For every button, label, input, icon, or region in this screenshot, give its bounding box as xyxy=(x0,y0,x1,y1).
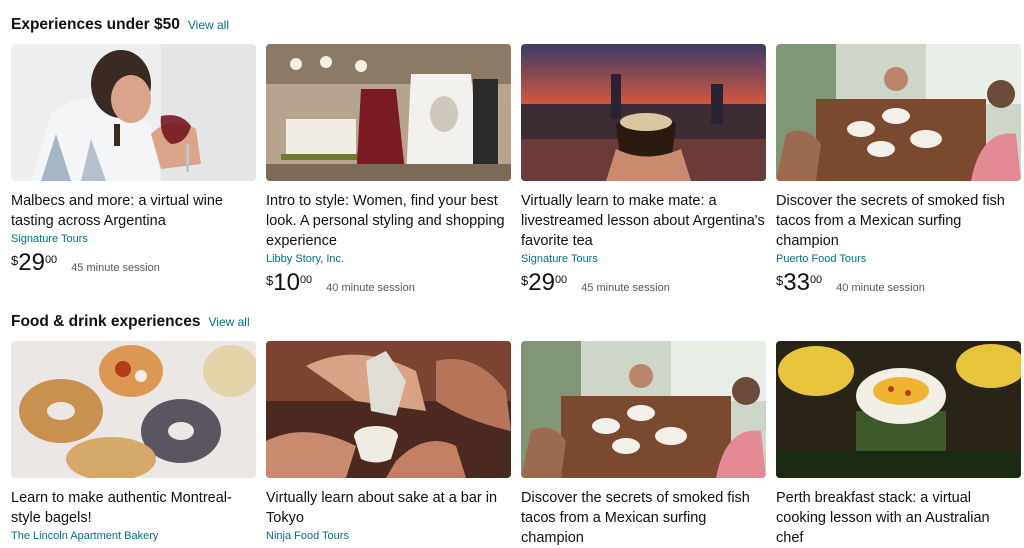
experience-card[interactable]: Discover the secrets of smoked fish taco… xyxy=(776,44,1021,299)
vendor-link[interactable]: Signature Tours xyxy=(521,252,766,267)
experience-card[interactable]: Virtually learn about sake at a bar in T… xyxy=(266,341,511,544)
experience-image-styling-boutique[interactable] xyxy=(266,44,511,181)
price-symbol: $ xyxy=(266,273,274,288)
experience-image-mate-sunset[interactable] xyxy=(521,44,766,181)
experience-card[interactable]: Discover the secrets of smoked fish taco… xyxy=(521,341,766,548)
experience-card[interactable]: Intro to style: Women, find your best lo… xyxy=(266,44,511,299)
experience-title[interactable]: Intro to style: Women, find your best lo… xyxy=(266,191,511,251)
vendor-link[interactable]: Signature Tours xyxy=(11,232,256,247)
price-fraction: 00 xyxy=(554,274,568,286)
section-title: Experiences under $50 xyxy=(11,16,180,33)
price-fraction: 00 xyxy=(809,274,823,286)
vendor-link[interactable]: Libby Story, Inc. xyxy=(266,252,511,267)
price-symbol: $ xyxy=(11,253,19,268)
vendor-link[interactable]: Ninja Food Tours xyxy=(266,529,511,544)
experience-image-sake[interactable] xyxy=(266,341,511,478)
experience-image-bagels[interactable] xyxy=(11,341,256,478)
price-fraction: 00 xyxy=(299,274,313,286)
price-whole: 29 xyxy=(528,269,555,296)
experience-title[interactable]: Virtually learn to make mate: a livestre… xyxy=(521,191,766,251)
session-duration: 40 minute session xyxy=(326,282,415,294)
price: $ 29 00 45 minute session xyxy=(11,249,256,279)
price-whole: 10 xyxy=(273,269,300,296)
price: $ 29 00 45 minute session xyxy=(521,269,766,299)
vendor-link[interactable]: Puerto Food Tours xyxy=(776,252,1021,267)
price: $ 33 00 40 minute session xyxy=(776,269,1021,299)
view-all-link[interactable]: View all xyxy=(188,18,229,32)
experience-title[interactable]: Discover the secrets of smoked fish taco… xyxy=(521,488,766,548)
price-symbol: $ xyxy=(776,273,784,288)
section-title: Food & drink experiences xyxy=(11,313,201,330)
experience-card[interactable]: Virtually learn to make mate: a livestre… xyxy=(521,44,766,299)
experience-image-breakfast-stack[interactable] xyxy=(776,341,1021,478)
price-whole: 29 xyxy=(18,249,45,276)
experience-card[interactable]: Malbecs and more: a virtual wine tasting… xyxy=(11,44,256,279)
session-duration: 40 minute session xyxy=(836,282,925,294)
experience-title[interactable]: Learn to make authentic Montreal-style b… xyxy=(11,488,256,528)
experience-image-fish-tacos[interactable] xyxy=(776,44,1021,181)
experience-card[interactable]: Learn to make authentic Montreal-style b… xyxy=(11,341,256,544)
session-duration: 45 minute session xyxy=(71,262,160,274)
vendor-link[interactable]: The Lincoln Apartment Bakery xyxy=(11,529,256,544)
experience-title[interactable]: Virtually learn about sake at a bar in T… xyxy=(266,488,511,528)
experience-image-wine-tasting[interactable] xyxy=(11,44,256,181)
experience-title[interactable]: Perth breakfast stack: a virtual cooking… xyxy=(776,488,1021,548)
experience-image-fish-tacos[interactable] xyxy=(521,341,766,478)
price-fraction: 00 xyxy=(44,254,58,266)
session-duration: 45 minute session xyxy=(581,282,670,294)
section-header-under-50: Experiences under $50 View all xyxy=(11,16,229,38)
price-whole: 33 xyxy=(783,269,810,296)
section-header-food-drink: Food & drink experiences View all xyxy=(11,313,250,335)
experience-title[interactable]: Malbecs and more: a virtual wine tasting… xyxy=(11,191,256,231)
experience-title[interactable]: Discover the secrets of smoked fish taco… xyxy=(776,191,1021,251)
price-symbol: $ xyxy=(521,273,529,288)
price: $ 10 00 40 minute session xyxy=(266,269,511,299)
experience-card[interactable]: Perth breakfast stack: a virtual cooking… xyxy=(776,341,1021,548)
view-all-link[interactable]: View all xyxy=(209,315,250,329)
experiences-page: Experiences under $50 View all Malbecs a… xyxy=(0,0,1024,548)
